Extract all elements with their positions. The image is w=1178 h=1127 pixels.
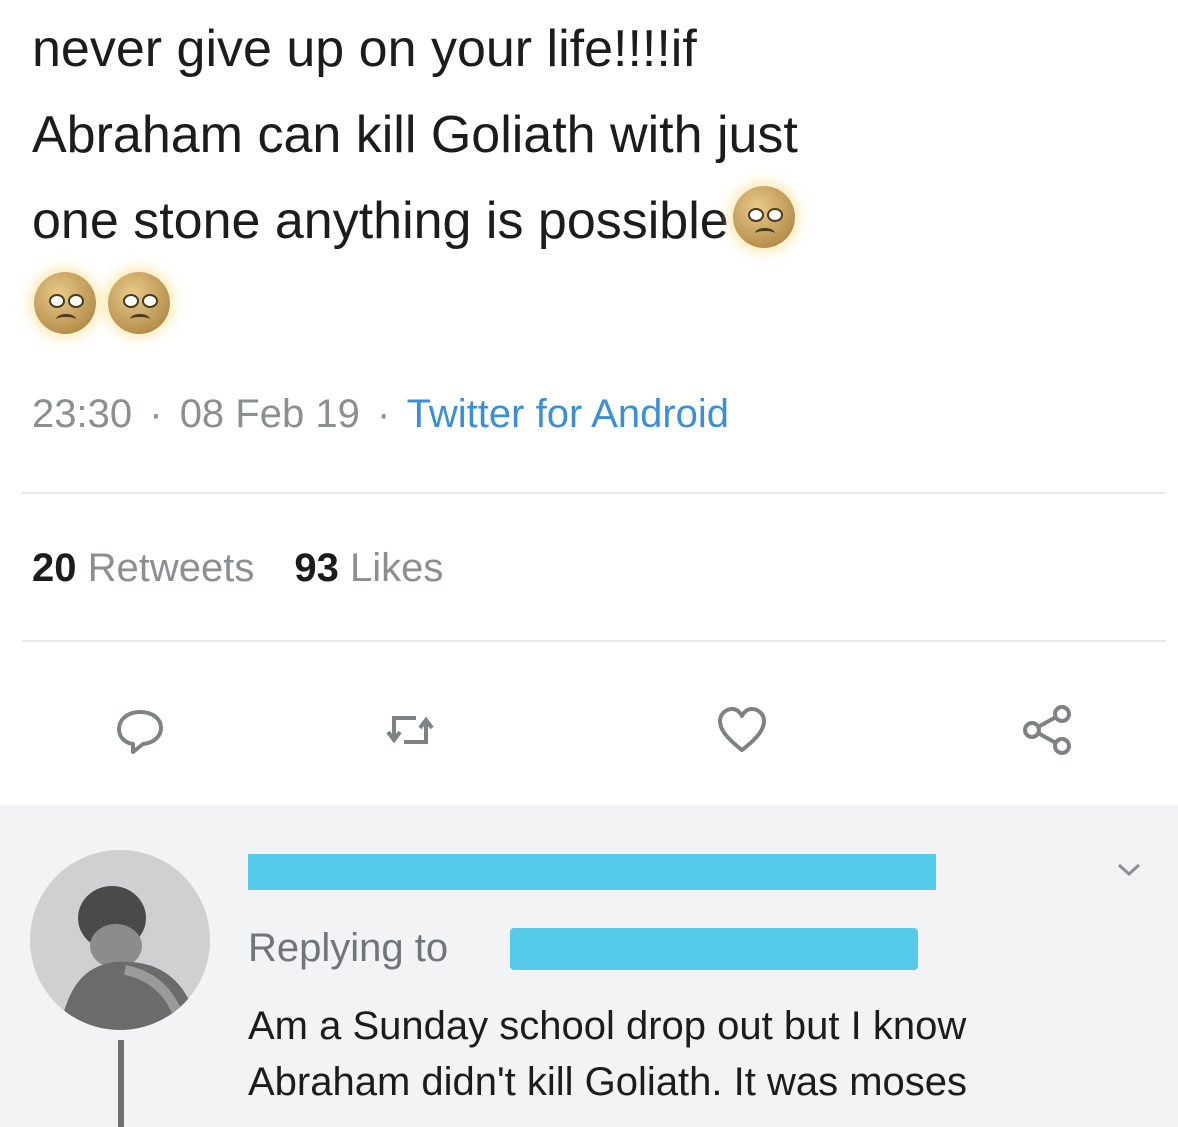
chevron-down-icon[interactable] — [1116, 862, 1142, 878]
tweet-line-3-text: one stone anything is possible — [32, 192, 729, 250]
avatar-photo — [30, 850, 210, 1030]
tweet-line-2: Abraham can kill Goliath with just — [32, 106, 798, 164]
tweet-actions — [0, 700, 1178, 770]
tweet-line-4 — [32, 264, 1152, 350]
redacted-handle — [510, 928, 918, 970]
retweets-stat[interactable]: 20 Retweets — [32, 546, 254, 590]
tweet-line-3: one stone anything is possible — [32, 178, 1152, 264]
speech-bubble-icon[interactable] — [110, 700, 170, 760]
tweet-line-1: never give up on your life!!!!if — [32, 20, 697, 78]
rolling-eyes-emoji-icon — [34, 272, 96, 334]
avatar[interactable] — [30, 850, 210, 1030]
tweet-source-link[interactable]: Twitter for Android — [407, 392, 729, 436]
meta-separator: · — [149, 392, 163, 436]
heart-icon[interactable] — [712, 700, 772, 760]
reply-text: Am a Sunday school drop out but I know A… — [248, 998, 1168, 1110]
tweet-meta: 23:30 · 08 Feb 19 · Twitter for Android — [32, 392, 729, 437]
divider — [22, 492, 1166, 494]
retweets-count: 20 — [32, 546, 77, 590]
rolling-eyes-emoji-icon — [732, 186, 795, 248]
divider — [22, 640, 1166, 642]
reply-line-2: Abraham didn't kill Goliath. It was mose… — [248, 1060, 968, 1104]
replying-to-label: Replying to — [248, 926, 449, 970]
reply-line-1: Am a Sunday school drop out but I know — [248, 1004, 967, 1048]
tweet-time: 23:30 — [32, 392, 133, 436]
likes-label: Likes — [350, 546, 444, 590]
thread-line — [118, 1040, 124, 1127]
rolling-eyes-emoji-icon — [108, 272, 170, 334]
retweet-icon[interactable] — [380, 700, 440, 760]
likes-count: 93 — [294, 546, 339, 590]
tweet-date: 08 Feb 19 — [179, 392, 360, 436]
tweet-text: never give up on your life!!!!if Abraham… — [32, 6, 1152, 350]
share-icon[interactable] — [1018, 700, 1078, 760]
retweets-label: Retweets — [87, 546, 255, 590]
engagement-counts: 20 Retweets 93 Likes — [32, 546, 443, 591]
likes-stat[interactable]: 93 Likes — [294, 546, 443, 590]
redacted-username — [248, 854, 936, 890]
meta-separator: · — [376, 392, 391, 436]
